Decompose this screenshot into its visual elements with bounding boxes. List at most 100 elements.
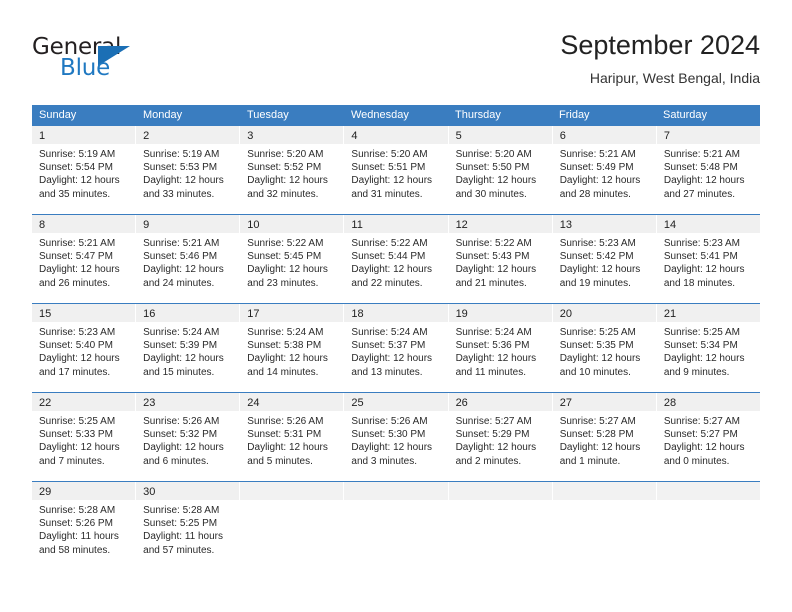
brand-logo[interactable]: General Blue bbox=[32, 34, 232, 86]
sunrise-text: Sunrise: 5:22 AM bbox=[455, 238, 532, 249]
day-cell[interactable]: 17 Sunrise: 5:24 AM Sunset: 5:38 PM Dayl… bbox=[240, 304, 345, 392]
sunset-text: Sunset: 5:47 PM bbox=[39, 251, 113, 263]
day-cell[interactable]: 21 Sunrise: 5:25 AM Sunset: 5:34 PM Dayl… bbox=[656, 304, 760, 392]
weekday-header-monday: Monday bbox=[143, 109, 183, 121]
day-cell[interactable]: 22 Sunrise: 5:25 AM Sunset: 5:33 PM Dayl… bbox=[32, 393, 137, 481]
sunrise-text: Sunrise: 5:27 AM bbox=[663, 416, 740, 427]
sunrise-text: Sunrise: 5:25 AM bbox=[39, 416, 116, 427]
sunrise-text: Sunrise: 5:24 AM bbox=[351, 327, 428, 338]
day-cell[interactable]: 15 Sunrise: 5:23 AM Sunset: 5:40 PM Dayl… bbox=[32, 304, 137, 392]
day-number-band: 20 bbox=[552, 304, 656, 322]
day-number-band: 3 bbox=[240, 126, 344, 144]
day-number: 17 bbox=[247, 308, 260, 320]
title-block: September 2024 Haripur, West Bengal, Ind… bbox=[560, 28, 760, 88]
page-header: General Blue September 2024 Haripur, Wes… bbox=[32, 28, 760, 98]
day-number-band: 29 bbox=[32, 482, 136, 500]
day-cell[interactable]: 12 Sunrise: 5:22 AM Sunset: 5:43 PM Dayl… bbox=[448, 215, 553, 303]
day-cell[interactable]: 6 Sunrise: 5:21 AM Sunset: 5:49 PM Dayli… bbox=[552, 126, 657, 214]
day-info: Sunrise: 5:23 AM Sunset: 5:42 PM Dayligh… bbox=[553, 233, 656, 290]
day-cell[interactable]: 30 Sunrise: 5:28 AM Sunset: 5:25 PM Dayl… bbox=[136, 482, 241, 570]
daylight-text: Daylight: 12 hours and 11 minutes. bbox=[455, 353, 537, 378]
day-cell[interactable]: 5 Sunrise: 5:20 AM Sunset: 5:50 PM Dayli… bbox=[448, 126, 553, 214]
daylight-text: Daylight: 12 hours and 14 minutes. bbox=[247, 353, 328, 378]
sunset-text: Sunset: 5:25 PM bbox=[143, 518, 218, 530]
day-cell[interactable]: 16 Sunrise: 5:24 AM Sunset: 5:39 PM Dayl… bbox=[136, 304, 241, 392]
sunset-text: Sunset: 5:26 PM bbox=[39, 518, 113, 530]
day-info: Sunrise: 5:26 AM Sunset: 5:30 PM Dayligh… bbox=[344, 411, 447, 468]
day-info: Sunrise: 5:27 AM Sunset: 5:29 PM Dayligh… bbox=[449, 411, 552, 468]
day-cell[interactable]: 18 Sunrise: 5:24 AM Sunset: 5:37 PM Dayl… bbox=[344, 304, 449, 392]
day-number: 23 bbox=[143, 397, 156, 409]
day-number: 3 bbox=[247, 130, 254, 142]
daylight-text: Daylight: 12 hours and 17 minutes. bbox=[39, 353, 120, 378]
day-cell[interactable]: 4 Sunrise: 5:20 AM Sunset: 5:51 PM Dayli… bbox=[344, 126, 449, 214]
day-number-band: 11 bbox=[344, 215, 448, 233]
day-number-band: 18 bbox=[344, 304, 448, 322]
sunset-text: Sunset: 5:42 PM bbox=[559, 251, 634, 263]
week-row: 8 Sunrise: 5:21 AM Sunset: 5:47 PM Dayli… bbox=[32, 214, 760, 303]
sunrise-text: Sunrise: 5:25 AM bbox=[663, 327, 740, 338]
weekday-header-thursday: Thursday bbox=[455, 109, 501, 121]
day-number-band: 16 bbox=[136, 304, 240, 322]
sunrise-text: Sunrise: 5:22 AM bbox=[247, 238, 324, 249]
daylight-text: Daylight: 12 hours and 19 minutes. bbox=[559, 264, 641, 289]
weekday-header-row: Sunday Monday Tuesday Wednesday Thursday… bbox=[32, 105, 760, 125]
sunset-text: Sunset: 5:51 PM bbox=[351, 162, 426, 174]
sunset-text: Sunset: 5:36 PM bbox=[455, 340, 530, 352]
day-cell[interactable]: 1 Sunrise: 5:19 AM Sunset: 5:54 PM Dayli… bbox=[32, 126, 137, 214]
week-row: 15 Sunrise: 5:23 AM Sunset: 5:40 PM Dayl… bbox=[32, 303, 760, 392]
daylight-text: Daylight: 12 hours and 9 minutes. bbox=[663, 353, 745, 378]
daylight-text: Daylight: 12 hours and 22 minutes. bbox=[351, 264, 433, 289]
day-number: 26 bbox=[455, 397, 468, 409]
sunset-text: Sunset: 5:52 PM bbox=[247, 162, 322, 174]
day-info: Sunrise: 5:22 AM Sunset: 5:44 PM Dayligh… bbox=[344, 233, 447, 290]
day-number-band: 12 bbox=[448, 215, 552, 233]
day-cell[interactable]: 10 Sunrise: 5:22 AM Sunset: 5:45 PM Dayl… bbox=[240, 215, 345, 303]
day-number: 13 bbox=[559, 219, 572, 231]
sunrise-text: Sunrise: 5:20 AM bbox=[351, 149, 428, 160]
day-info: Sunrise: 5:27 AM Sunset: 5:27 PM Dayligh… bbox=[657, 411, 760, 468]
day-number-band: 6 bbox=[552, 126, 656, 144]
day-cell[interactable]: 29 Sunrise: 5:28 AM Sunset: 5:26 PM Dayl… bbox=[32, 482, 137, 570]
day-cell[interactable]: 26 Sunrise: 5:27 AM Sunset: 5:29 PM Dayl… bbox=[448, 393, 553, 481]
day-number: 11 bbox=[351, 219, 363, 231]
day-cell[interactable]: 23 Sunrise: 5:26 AM Sunset: 5:32 PM Dayl… bbox=[136, 393, 241, 481]
day-number-band: 14 bbox=[656, 215, 760, 233]
day-number-band: 26 bbox=[448, 393, 552, 411]
day-cell[interactable]: 7 Sunrise: 5:21 AM Sunset: 5:48 PM Dayli… bbox=[656, 126, 760, 214]
day-cell[interactable]: 13 Sunrise: 5:23 AM Sunset: 5:42 PM Dayl… bbox=[552, 215, 657, 303]
day-info: Sunrise: 5:25 AM Sunset: 5:34 PM Dayligh… bbox=[657, 322, 760, 379]
day-info: Sunrise: 5:21 AM Sunset: 5:47 PM Dayligh… bbox=[32, 233, 135, 290]
day-number-band: 28 bbox=[656, 393, 760, 411]
day-info: Sunrise: 5:22 AM Sunset: 5:43 PM Dayligh… bbox=[449, 233, 552, 290]
day-cell[interactable]: 25 Sunrise: 5:26 AM Sunset: 5:30 PM Dayl… bbox=[344, 393, 449, 481]
day-cell-empty bbox=[552, 482, 657, 570]
day-number-band: 13 bbox=[552, 215, 656, 233]
sunset-text: Sunset: 5:37 PM bbox=[351, 340, 426, 352]
day-cell[interactable]: 24 Sunrise: 5:26 AM Sunset: 5:31 PM Dayl… bbox=[240, 393, 345, 481]
day-cell[interactable]: 3 Sunrise: 5:20 AM Sunset: 5:52 PM Dayli… bbox=[240, 126, 345, 214]
day-number: 21 bbox=[663, 308, 677, 320]
daylight-text: Daylight: 12 hours and 21 minutes. bbox=[455, 264, 537, 289]
daylight-text: Daylight: 12 hours and 15 minutes. bbox=[143, 353, 224, 378]
day-cell[interactable]: 9 Sunrise: 5:21 AM Sunset: 5:46 PM Dayli… bbox=[136, 215, 241, 303]
day-number: 9 bbox=[143, 219, 150, 231]
day-cell[interactable]: 8 Sunrise: 5:21 AM Sunset: 5:47 PM Dayli… bbox=[32, 215, 137, 303]
week-row: 22 Sunrise: 5:25 AM Sunset: 5:33 PM Dayl… bbox=[32, 392, 760, 481]
day-number: 27 bbox=[559, 397, 572, 409]
day-cell[interactable]: 11 Sunrise: 5:22 AM Sunset: 5:44 PM Dayl… bbox=[344, 215, 449, 303]
day-cell[interactable]: 28 Sunrise: 5:27 AM Sunset: 5:27 PM Dayl… bbox=[656, 393, 760, 481]
day-number-band: 17 bbox=[240, 304, 344, 322]
sunset-text: Sunset: 5:48 PM bbox=[663, 162, 738, 174]
day-cell[interactable]: 19 Sunrise: 5:24 AM Sunset: 5:36 PM Dayl… bbox=[448, 304, 553, 392]
sunset-text: Sunset: 5:49 PM bbox=[559, 162, 634, 174]
calendar-grid: Sunday Monday Tuesday Wednesday Thursday… bbox=[32, 105, 760, 570]
sunset-text: Sunset: 5:41 PM bbox=[663, 251, 738, 263]
day-info: Sunrise: 5:23 AM Sunset: 5:40 PM Dayligh… bbox=[32, 322, 135, 379]
day-cell[interactable]: 14 Sunrise: 5:23 AM Sunset: 5:41 PM Dayl… bbox=[656, 215, 760, 303]
sunset-text: Sunset: 5:46 PM bbox=[143, 251, 218, 263]
day-cell[interactable]: 20 Sunrise: 5:25 AM Sunset: 5:35 PM Dayl… bbox=[552, 304, 657, 392]
day-cell[interactable]: 27 Sunrise: 5:27 AM Sunset: 5:28 PM Dayl… bbox=[552, 393, 657, 481]
sunrise-text: Sunrise: 5:21 AM bbox=[663, 149, 740, 160]
day-cell[interactable]: 2 Sunrise: 5:19 AM Sunset: 5:53 PM Dayli… bbox=[136, 126, 241, 214]
